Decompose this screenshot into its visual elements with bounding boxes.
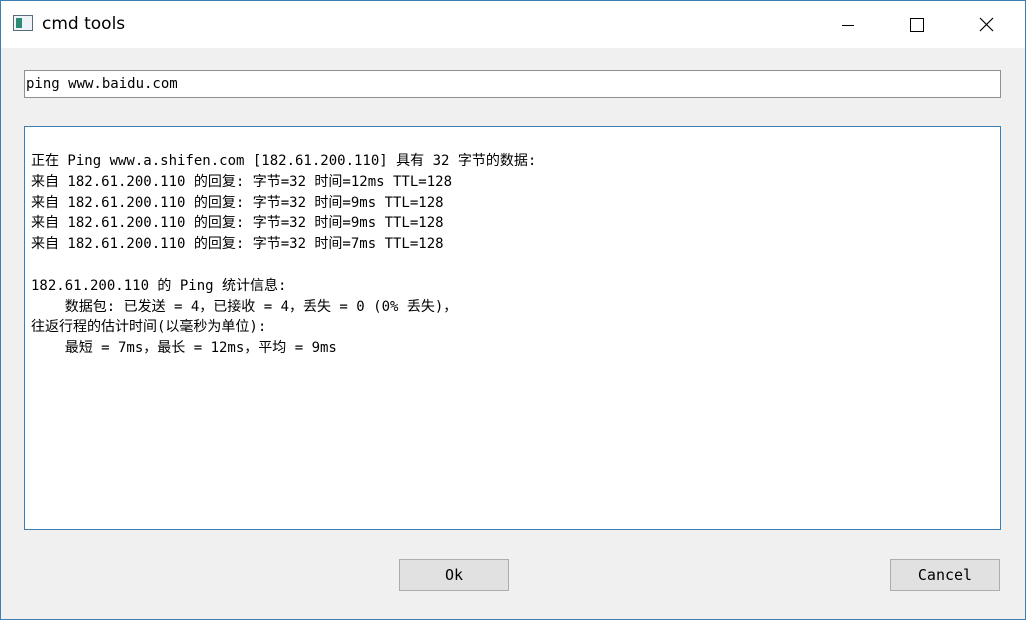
output-line: 来自 182.61.200.110 的回复: 字节=32 时间=9ms TTL=… bbox=[31, 215, 444, 232]
output-line: 往返行程的估计时间(以毫秒为单位): bbox=[31, 319, 267, 336]
maximize-button[interactable] bbox=[894, 1, 940, 48]
command-input[interactable] bbox=[24, 70, 1001, 98]
close-button[interactable] bbox=[963, 1, 1009, 48]
minimize-button[interactable] bbox=[825, 1, 871, 48]
title-bar[interactable]: cmd tools bbox=[1, 1, 1025, 48]
minimize-icon bbox=[842, 25, 854, 26]
window-title: cmd tools bbox=[42, 14, 126, 34]
output-line: 来自 182.61.200.110 的回复: 字节=32 时间=9ms TTL=… bbox=[31, 194, 444, 211]
ok-button[interactable]: Ok bbox=[399, 559, 509, 591]
cmd-tools-window: cmd tools 正在 Ping www.a.shifen.com [182.… bbox=[0, 0, 1026, 620]
output-line: 182.61.200.110 的 Ping 统计信息: bbox=[31, 277, 287, 294]
app-icon bbox=[13, 15, 33, 31]
close-icon bbox=[979, 17, 994, 32]
output-line: 数据包: 已发送 = 4，已接收 = 4，丢失 = 0 (0% 丢失)， bbox=[31, 298, 458, 315]
output-line: 最短 = 7ms，最长 = 12ms，平均 = 9ms bbox=[31, 340, 337, 357]
output-line: 正在 Ping www.a.shifen.com [182.61.200.110… bbox=[31, 153, 537, 169]
maximize-icon bbox=[910, 18, 924, 32]
output-line: 来自 182.61.200.110 的回复: 字节=32 时间=12ms TTL… bbox=[31, 173, 453, 190]
output-text-area[interactable]: 正在 Ping www.a.shifen.com [182.61.200.110… bbox=[24, 126, 1001, 530]
cancel-button[interactable]: Cancel bbox=[890, 559, 1000, 591]
output-line: 来自 182.61.200.110 的回复: 字节=32 时间=7ms TTL=… bbox=[31, 236, 444, 253]
